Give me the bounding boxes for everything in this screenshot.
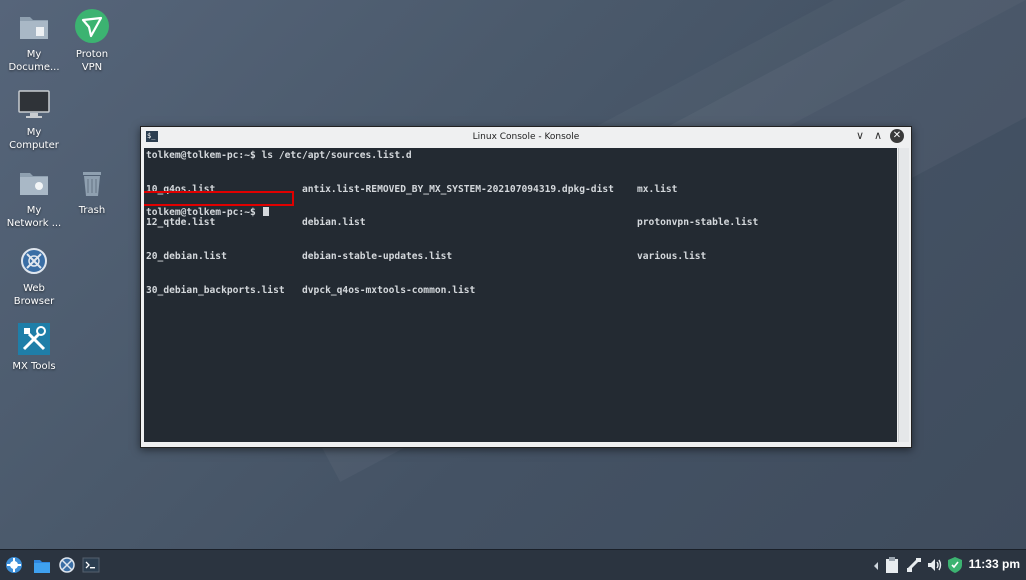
desktop-icon-proton-vpn[interactable]: Proton VPN [60,8,124,74]
taskbar: 11:33 pm [0,549,1026,580]
start-menu-icon[interactable] [5,556,23,574]
ls-output-col-1: 10_q4os.list 12_qtde.list 20_debian.list… [146,161,285,319]
file-entry: 20_debian.list [146,251,227,263]
ls-output-col-2: antix.list-REMOVED_BY_MX_SYSTEM-20210709… [302,161,614,319]
file-entry: 12_qtde.list [146,217,216,229]
close-button[interactable]: ✕ [890,129,904,143]
file-entry: mx.list [637,183,678,195]
desktop-icon-trash[interactable]: Trash [60,166,124,217]
taskbar-clock[interactable]: 11:33 pm [969,557,1020,571]
desktop-icon-label: My Computer [9,127,59,151]
command-line: tolkem@tolkem-pc:~$ ls /etc/apt/sources.… [146,150,412,161]
desktop-icon-my-documents[interactable]: My Docume... [2,10,66,74]
mx-tools-icon [17,322,51,356]
desktop-icon-label: MX Tools [12,361,56,372]
network-icon[interactable] [905,556,923,574]
desktop-icon-label: My Docume... [8,49,60,73]
file-entry: debian.list [302,217,366,229]
file-entry: debian-stable-updates.list [302,251,453,263]
folder-icon [17,10,51,44]
desktop-icon-label: Proton VPN [75,49,109,73]
file-entry: antix.list-REMOVED_BY_MX_SYSTEM-20210709… [302,183,614,195]
file-entry: protonvpn-stable.list [637,217,759,229]
volume-icon[interactable] [926,556,944,574]
network-folder-icon [17,166,51,200]
web-browser-icon [17,244,51,278]
konsole-icon[interactable] [82,556,100,574]
konsole-icon: $_ [146,131,158,142]
current-prompt: tolkem@tolkem-pc:~$ [146,207,269,218]
terminal-area[interactable]: tolkem@tolkem-pc:~$ ls /etc/apt/sources.… [144,148,897,442]
trash-icon [75,166,109,200]
proton-vpn-icon [74,8,110,44]
tray-arrow-icon[interactable] [872,558,880,576]
monitor-icon [17,88,51,122]
window-titlebar[interactable]: $_ Linux Console - Konsole ∨ ∧ ✕ [141,127,911,147]
desktop-icon-mx-tools[interactable]: MX Tools [2,322,66,373]
desktop-icon-my-network[interactable]: My Network ... [2,166,66,230]
prompt-text: tolkem@tolkem-pc:~$ [146,207,262,218]
minimize-button[interactable]: ∨ [853,129,867,143]
clipboard-icon[interactable] [884,556,902,574]
ls-output-col-3: mx.list protonvpn-stable.list various.li… [637,161,758,285]
konsole-window[interactable]: $_ Linux Console - Konsole ∨ ∧ ✕ tolkem@… [140,126,912,448]
maximize-button[interactable]: ∧ [871,129,885,143]
file-entry: 30_debian_backports.list [146,285,285,297]
highlight-box [144,191,294,206]
text-cursor [262,207,269,216]
desktop-icon-label: Trash [78,205,106,216]
desktop-icon-web-browser[interactable]: Web Browser [2,244,66,308]
desktop-icon-my-computer[interactable]: My Computer [2,88,66,152]
desktop-icon-label: My Network ... [6,205,62,229]
file-manager-icon[interactable] [33,556,51,574]
desktop-icon-label: Web Browser [13,283,55,307]
terminal-scrollbar[interactable] [898,148,909,442]
file-entry: various.list [637,251,707,263]
vpn-shield-icon[interactable] [947,556,965,574]
file-entry: dvpck_q4os-mxtools-common.list [302,285,476,297]
web-browser-icon[interactable] [58,556,76,574]
window-title: Linux Console - Konsole [472,132,580,142]
